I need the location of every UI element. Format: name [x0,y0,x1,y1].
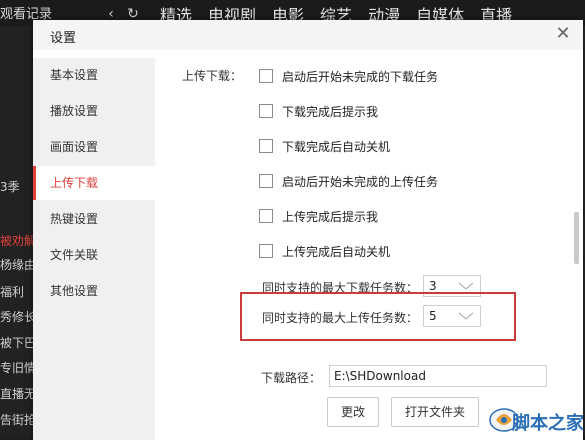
active-indicator [33,166,36,200]
download-path-input[interactable] [329,365,547,387]
scrollbar[interactable] [574,212,579,264]
checkbox[interactable] [259,69,273,83]
sidebar-item-file-association[interactable]: 文件关联 [33,238,155,272]
list-item[interactable]: 福利 [0,283,33,300]
sidebar-item-label: 播放设置 [50,104,99,118]
app-left-list: 3季 被劝解 杨缘由 福利 秀修长 被下巴 专旧情 直播无 告街抢 [0,26,33,436]
section-label: 上传下载： [182,69,243,83]
max-upload-select[interactable]: 5 [423,305,481,327]
option-label: 上传完成后提示我 [282,209,379,224]
list-item[interactable]: 告街抢 [0,411,33,428]
max-download-select[interactable]: 3 [423,275,481,297]
select-value: 5 [429,309,437,323]
dialog-title: 设置 [50,31,77,46]
change-button[interactable]: 更改 [327,397,379,427]
close-icon[interactable]: ✕ [553,24,573,44]
checkbox[interactable] [259,104,273,118]
sidebar-item-label: 其他设置 [50,284,99,298]
sidebar-item-label: 基本设置 [50,68,99,82]
list-item[interactable]: 直播无 [0,385,33,402]
open-folder-button[interactable]: 打开文件夹 [391,397,479,427]
option-resume-download[interactable]: 启动后开始未完成的下载任务 [259,68,438,84]
chevron-down-icon [458,312,474,320]
dialog-titlebar[interactable]: 设置 ✕ [33,20,583,50]
list-item[interactable]: 专旧情 [0,359,33,376]
list-item[interactable]: 杨缘由 [0,256,33,273]
checkbox[interactable] [259,244,273,258]
settings-sidebar: 基本设置 播放设置 画面设置 上传下载 热键设置 文件关联 其他设置 [33,58,155,440]
chevron-down-icon [458,282,474,290]
download-path-label: 下载路径： [261,371,322,385]
sidebar-item-basic[interactable]: 基本设置 [33,58,155,92]
option-label: 启动后开始未完成的下载任务 [282,69,439,84]
checkbox[interactable] [259,174,273,188]
checkbox[interactable] [259,209,273,223]
sidebar-item-label: 画面设置 [50,140,99,154]
settings-dialog: 设置 ✕ 基本设置 播放设置 画面设置 上传下载 热键设置 文件关联 其他设置 … [33,20,583,440]
list-item[interactable]: 秀修长 [0,308,33,325]
sidebar-item-label: 文件关联 [50,248,99,262]
sidebar-item-label: 上传下载 [50,176,99,190]
list-item[interactable]: 被劝解 [0,232,33,249]
checkbox[interactable] [259,139,273,153]
max-download-label: 同时支持的最大下载任务数： [262,281,419,295]
option-shutdown-download[interactable]: 下载完成后自动关机 [259,138,390,154]
max-upload-label: 同时支持的最大上传任务数： [262,311,419,325]
option-shutdown-upload[interactable]: 上传完成后自动关机 [259,243,390,259]
sidebar-item-hotkeys[interactable]: 热键设置 [33,202,155,236]
option-label: 上传完成后自动关机 [282,244,391,259]
sidebar-item-playback[interactable]: 播放设置 [33,94,155,128]
upload-download-panel: 上传下载： 启动后开始未完成的下载任务 下载完成后提示我 下载完成后自动关机 启… [155,58,583,440]
option-notify-download[interactable]: 下载完成后提示我 [259,103,378,119]
list-item[interactable]: 3季 [0,178,33,195]
list-item[interactable]: 被下巴 [0,334,33,351]
option-label: 下载完成后自动关机 [282,139,391,154]
sidebar-item-other[interactable]: 其他设置 [33,274,155,308]
option-notify-upload[interactable]: 上传完成后提示我 [259,208,378,224]
watermark-text: 脚本之家 [512,413,584,434]
option-resume-upload[interactable]: 启动后开始未完成的上传任务 [259,173,438,189]
sidebar-item-upload-download[interactable]: 上传下载 [33,166,155,200]
select-value: 3 [429,279,437,293]
sidebar-item-label: 热键设置 [50,212,99,226]
sidebar-item-picture[interactable]: 画面设置 [33,130,155,164]
option-label: 下载完成后提示我 [282,104,379,119]
option-label: 启动后开始未完成的上传任务 [282,174,439,189]
